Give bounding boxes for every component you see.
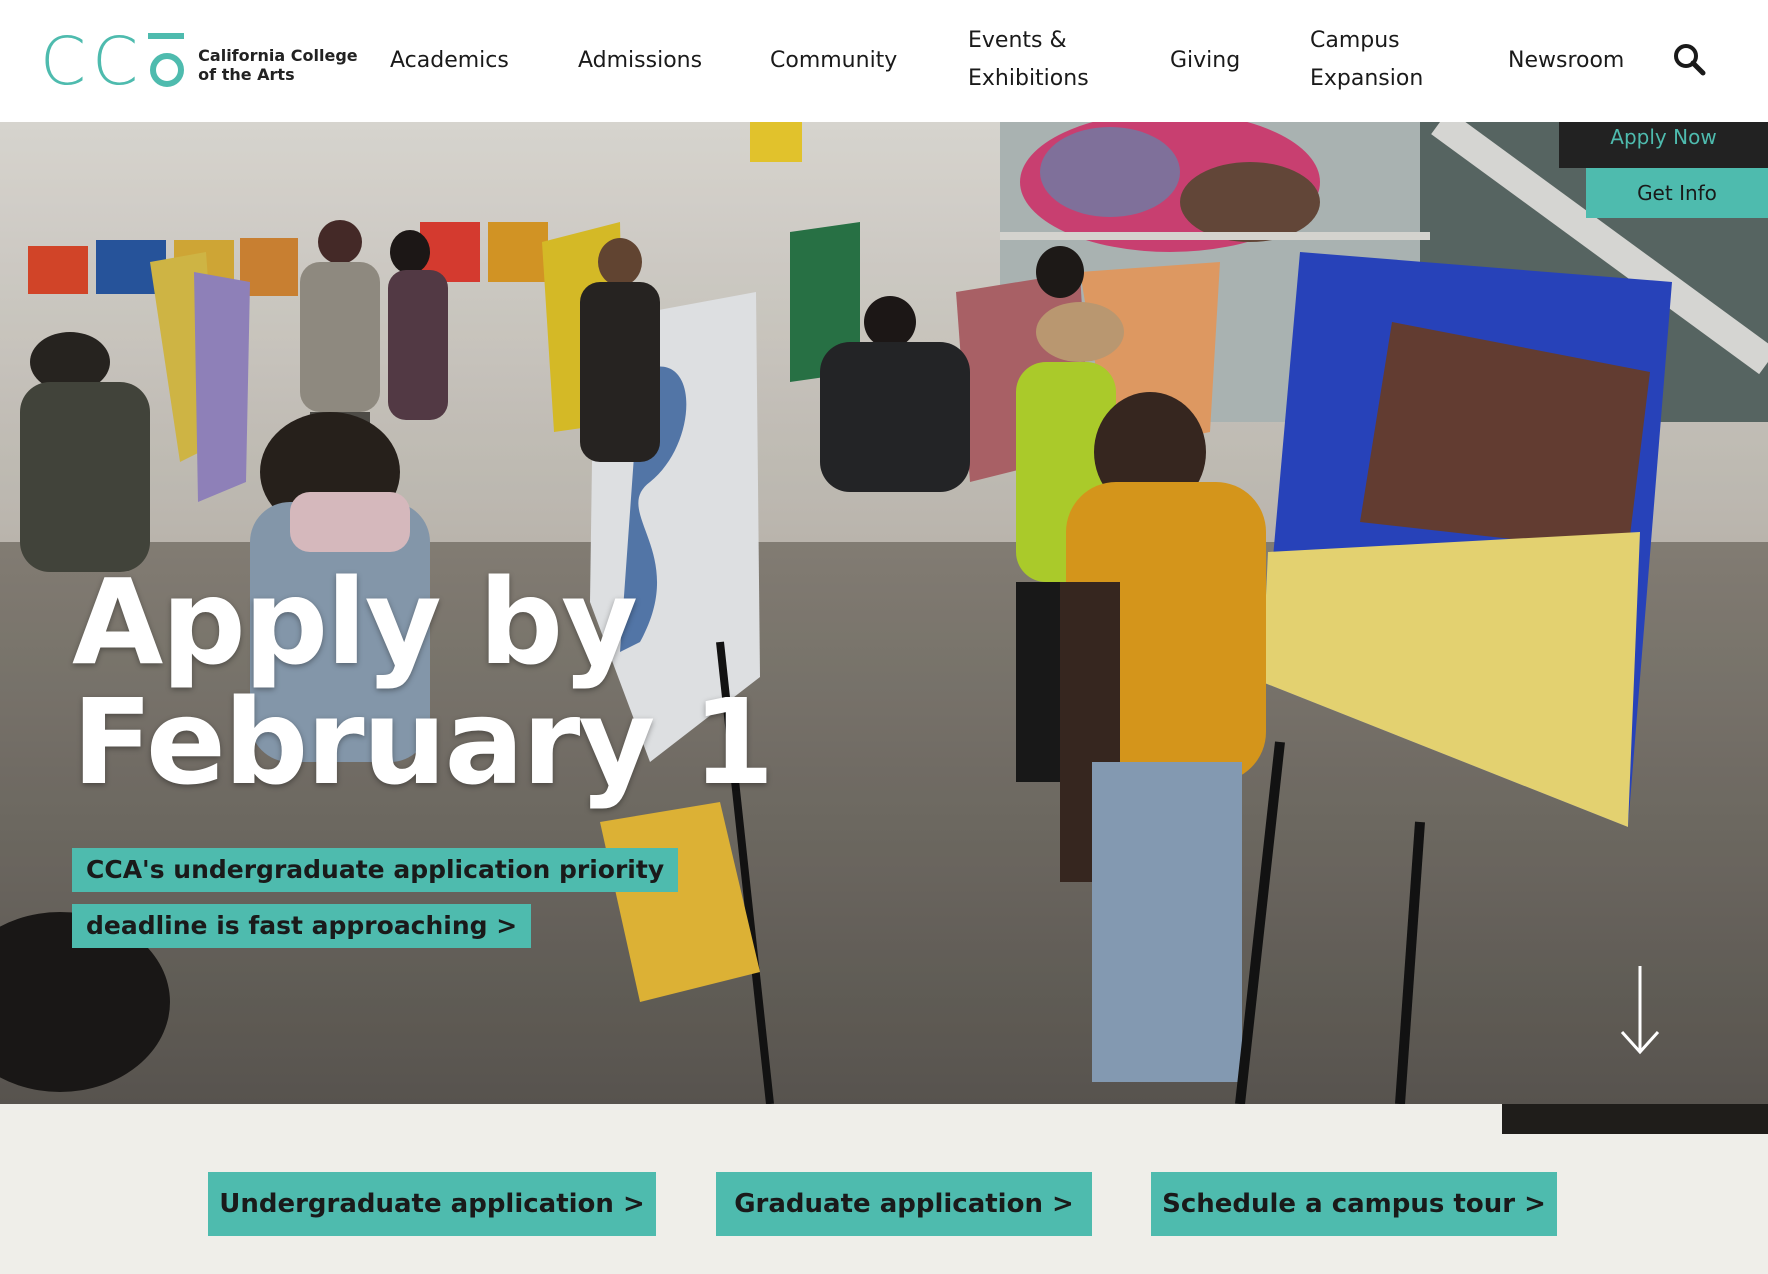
- cca-logo[interactable]: CC California College of the Arts: [40, 29, 358, 95]
- hero-title-line-1: Apply by: [72, 553, 638, 691]
- hero-section: Apply by February 1 CCA's undergraduate …: [0, 122, 1768, 1104]
- nav-admissions[interactable]: Admissions: [578, 42, 702, 80]
- nav-events-line-2: Exhibitions: [968, 66, 1089, 91]
- nav-events-line-1: Events &: [968, 28, 1067, 53]
- hero-title: Apply by February 1: [72, 553, 774, 811]
- nav-events-exhibitions[interactable]: Events & Exhibitions: [968, 22, 1089, 98]
- nav-campus-expansion[interactable]: Campus Expansion: [1310, 22, 1423, 98]
- logo-line-2: of the Arts: [198, 65, 295, 84]
- schedule-campus-tour-button[interactable]: Schedule a campus tour >: [1151, 1172, 1557, 1236]
- nav-campus-line-1: Campus: [1310, 28, 1400, 53]
- nav-newsroom[interactable]: Newsroom: [1508, 42, 1624, 80]
- nav-academics[interactable]: Academics: [390, 42, 509, 80]
- nav-giving[interactable]: Giving: [1170, 42, 1240, 80]
- search-icon[interactable]: [1672, 42, 1708, 78]
- apply-now-button[interactable]: Apply Now: [1559, 122, 1768, 168]
- hero-subtitle-link[interactable]: CCA's undergraduate application priority…: [72, 848, 679, 960]
- arrow-down-icon[interactable]: [1620, 966, 1660, 1056]
- nav-community[interactable]: Community: [770, 42, 897, 80]
- graduate-application-button[interactable]: Graduate application >: [716, 1172, 1092, 1236]
- logo-line-1: California College: [198, 46, 358, 65]
- get-info-button[interactable]: Get Info: [1586, 168, 1768, 218]
- band-notch: [1502, 1104, 1768, 1134]
- site-header: CC California College of the Arts Academ…: [0, 0, 1768, 122]
- nav-campus-line-2: Expansion: [1310, 66, 1424, 91]
- logo-mark: CC: [40, 29, 185, 95]
- hero-subtitle-line-2[interactable]: deadline is fast approaching >: [72, 904, 532, 948]
- logo-wordmark: California College of the Arts: [198, 46, 357, 84]
- undergraduate-application-button[interactable]: Undergraduate application >: [208, 1172, 656, 1236]
- hero-subtitle-line-1[interactable]: CCA's undergraduate application priority: [72, 848, 679, 892]
- main-nav: Academics Admissions Community Events & …: [390, 0, 1680, 122]
- hero-title-line-2: February 1: [72, 673, 774, 811]
